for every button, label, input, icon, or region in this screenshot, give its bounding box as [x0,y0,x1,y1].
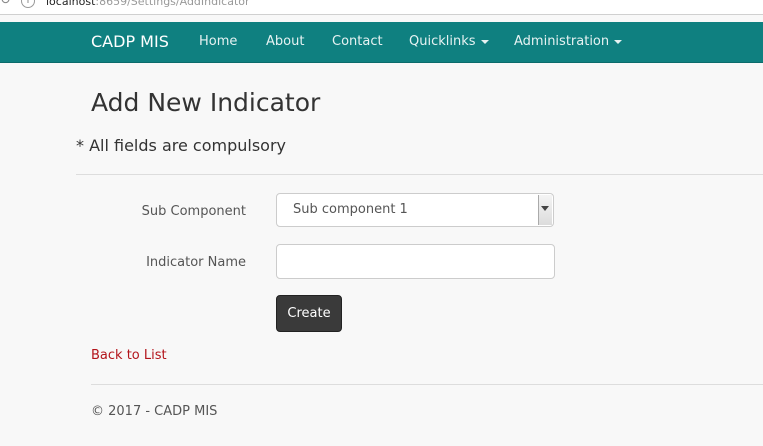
sub-component-selected-value: Sub component 1 [293,202,408,217]
nav-item-label: Administration [514,34,610,49]
nav-item-administration[interactable]: Administration [514,22,623,62]
sub-component-label: Sub Component [141,204,246,219]
browser-address-bar: ↻ i localhost:8659/Settings/AddIndicator [0,0,763,15]
arrow-icon[interactable]: ↻ [0,0,14,8]
nav-item-quicklinks[interactable]: Quicklinks [409,22,489,62]
back-to-list-link[interactable]: Back to List [91,348,167,363]
nav-item-label: Contact [332,34,383,49]
nav-item-home[interactable]: Home [199,22,237,62]
nav-item-label: Quicklinks [409,34,476,49]
indicator-name-label: Indicator Name [146,255,246,270]
caret-down-icon [480,39,489,44]
sub-component-select[interactable]: Sub component 1 [276,193,554,227]
caret-down-icon [614,39,623,44]
nav-item-contact[interactable]: Contact [332,22,383,62]
footer-divider [91,384,763,385]
url-path: :8659/Settings/AddIndicator [95,0,250,8]
info-icon[interactable]: i [21,0,35,8]
navbar-brand[interactable]: CADP MIS [91,22,169,62]
divider [76,174,763,175]
chevron-down-icon [541,206,549,211]
url-host: localhost [46,0,96,8]
footer-text: © 2017 - CADP MIS [91,404,218,419]
select-dropdown-button[interactable] [538,195,552,225]
nav-item-about[interactable]: About [266,22,304,62]
top-navbar: CADP MIS Home About Contact Quicklinks A… [0,22,763,63]
page-title: Add New Indicator [91,88,321,117]
create-button[interactable]: Create [276,295,342,332]
nav-item-label: Home [199,34,238,49]
address-url[interactable]: localhost:8659/Settings/AddIndicator [46,0,250,8]
compulsory-note: * All fields are compulsory [76,136,286,155]
nav-item-label: About [266,34,305,49]
indicator-name-input[interactable] [276,244,555,279]
